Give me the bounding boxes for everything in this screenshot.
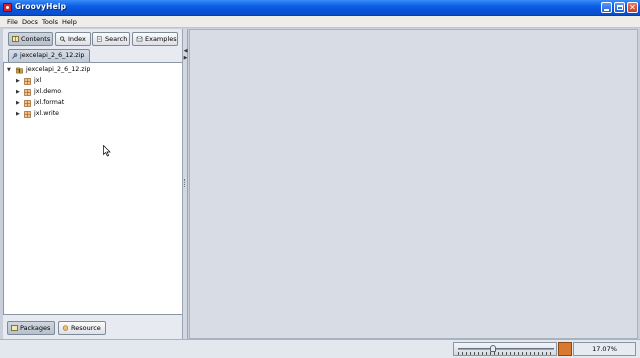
magnifier-icon: [59, 36, 66, 42]
tab-resource-label: Resource: [71, 324, 101, 332]
menu-tools[interactable]: Tools: [42, 18, 58, 26]
document-search-icon: [97, 36, 102, 42]
expand-right-icon[interactable]: ▶: [16, 98, 20, 108]
package-icon: [24, 100, 31, 107]
tab-contents-label: Contents: [21, 35, 51, 43]
expand-right-icon[interactable]: ▶: [16, 76, 20, 86]
tree-item-label: jxl.write: [34, 110, 60, 117]
tree-item-label: jxl.format: [34, 99, 65, 106]
collapse-right-icon[interactable]: ▶: [183, 55, 188, 61]
tree-root-label: jexcelapi_2_6_12.zip: [26, 66, 91, 73]
maximize-button[interactable]: [614, 2, 625, 13]
collapse-left-icon[interactable]: ◀: [183, 48, 188, 54]
menu-bar: File Docs Tools Help: [0, 16, 640, 28]
title-bar: GroovyHelp ✕: [0, 0, 640, 16]
zoom-value: 17.07%: [573, 342, 636, 356]
file-tab-label: jexcelapi_2_6_12.zip: [20, 52, 85, 59]
tab-examples-label: Examples: [145, 35, 177, 43]
tab-packages-label: Packages: [20, 324, 51, 332]
zoom-slider-ticks: [458, 352, 554, 355]
tab-contents[interactable]: Contents: [8, 32, 53, 46]
tree-item-jxl-write[interactable]: ▶ jxl.write: [16, 109, 166, 119]
package-icon: [24, 78, 31, 85]
tree-item-jxl-demo[interactable]: ▶ jxl.demo: [16, 87, 166, 97]
tab-index[interactable]: Index: [55, 32, 91, 46]
zoom-slider[interactable]: [453, 342, 557, 356]
window-title: GroovyHelp: [15, 2, 67, 11]
archive-icon: [16, 67, 23, 74]
resource-icon: [62, 325, 69, 331]
tree-item-jxl[interactable]: ▶ jxl: [16, 76, 166, 86]
tab-resource[interactable]: Resource: [58, 321, 106, 335]
file-tab[interactable]: jexcelapi_2_6_12.zip: [8, 49, 90, 62]
examples-icon: [136, 36, 143, 42]
tab-examples[interactable]: Examples: [132, 32, 178, 46]
menu-help[interactable]: Help: [62, 18, 77, 26]
minimize-button[interactable]: [601, 2, 612, 13]
tab-packages[interactable]: Packages: [7, 321, 55, 335]
expand-right-icon[interactable]: ▶: [16, 109, 20, 119]
panel-splitter[interactable]: ◀ ▶: [182, 29, 188, 339]
zoom-slider-track: [458, 348, 554, 350]
tab-index-label: Index: [68, 35, 86, 43]
minimize-icon: [604, 9, 609, 11]
tree-item-jxl-format[interactable]: ▶ jxl.format: [16, 98, 166, 108]
tree-root[interactable]: ▼ jexcelapi_2_6_12.zip: [7, 65, 177, 75]
app-icon: [3, 3, 12, 12]
navigation-panel: Contents Index Search Examples jexcelapi…: [3, 29, 184, 339]
menu-file[interactable]: File: [7, 18, 18, 26]
maximize-icon: [617, 5, 623, 10]
package-tree[interactable]: ▼ jexcelapi_2_6_12.zip ▶ jxl ▶ jxl.demo …: [3, 62, 184, 315]
expand-down-icon[interactable]: ▼: [7, 65, 11, 75]
zoom-slider-thumb[interactable]: [489, 345, 496, 352]
package-icon: [24, 111, 31, 118]
menu-docs[interactable]: Docs: [22, 18, 38, 26]
zoom-indicator: [558, 342, 572, 356]
tab-search-label: Search: [105, 35, 128, 43]
packages-icon: [11, 325, 18, 331]
expand-right-icon[interactable]: ▶: [16, 87, 20, 97]
splitter-grip-icon[interactable]: [184, 179, 186, 187]
mouse-cursor-icon: [103, 145, 111, 157]
status-bar: 17.07%: [0, 339, 640, 358]
close-button[interactable]: ✕: [627, 2, 638, 13]
pin-icon: [12, 53, 18, 59]
book-icon: [12, 36, 19, 42]
close-icon: ✕: [629, 3, 636, 12]
tab-search[interactable]: Search: [92, 32, 130, 46]
tree-item-label: jxl.demo: [34, 88, 62, 95]
package-icon: [24, 89, 31, 96]
content-area[interactable]: [189, 29, 638, 339]
tree-item-label: jxl: [34, 77, 42, 84]
